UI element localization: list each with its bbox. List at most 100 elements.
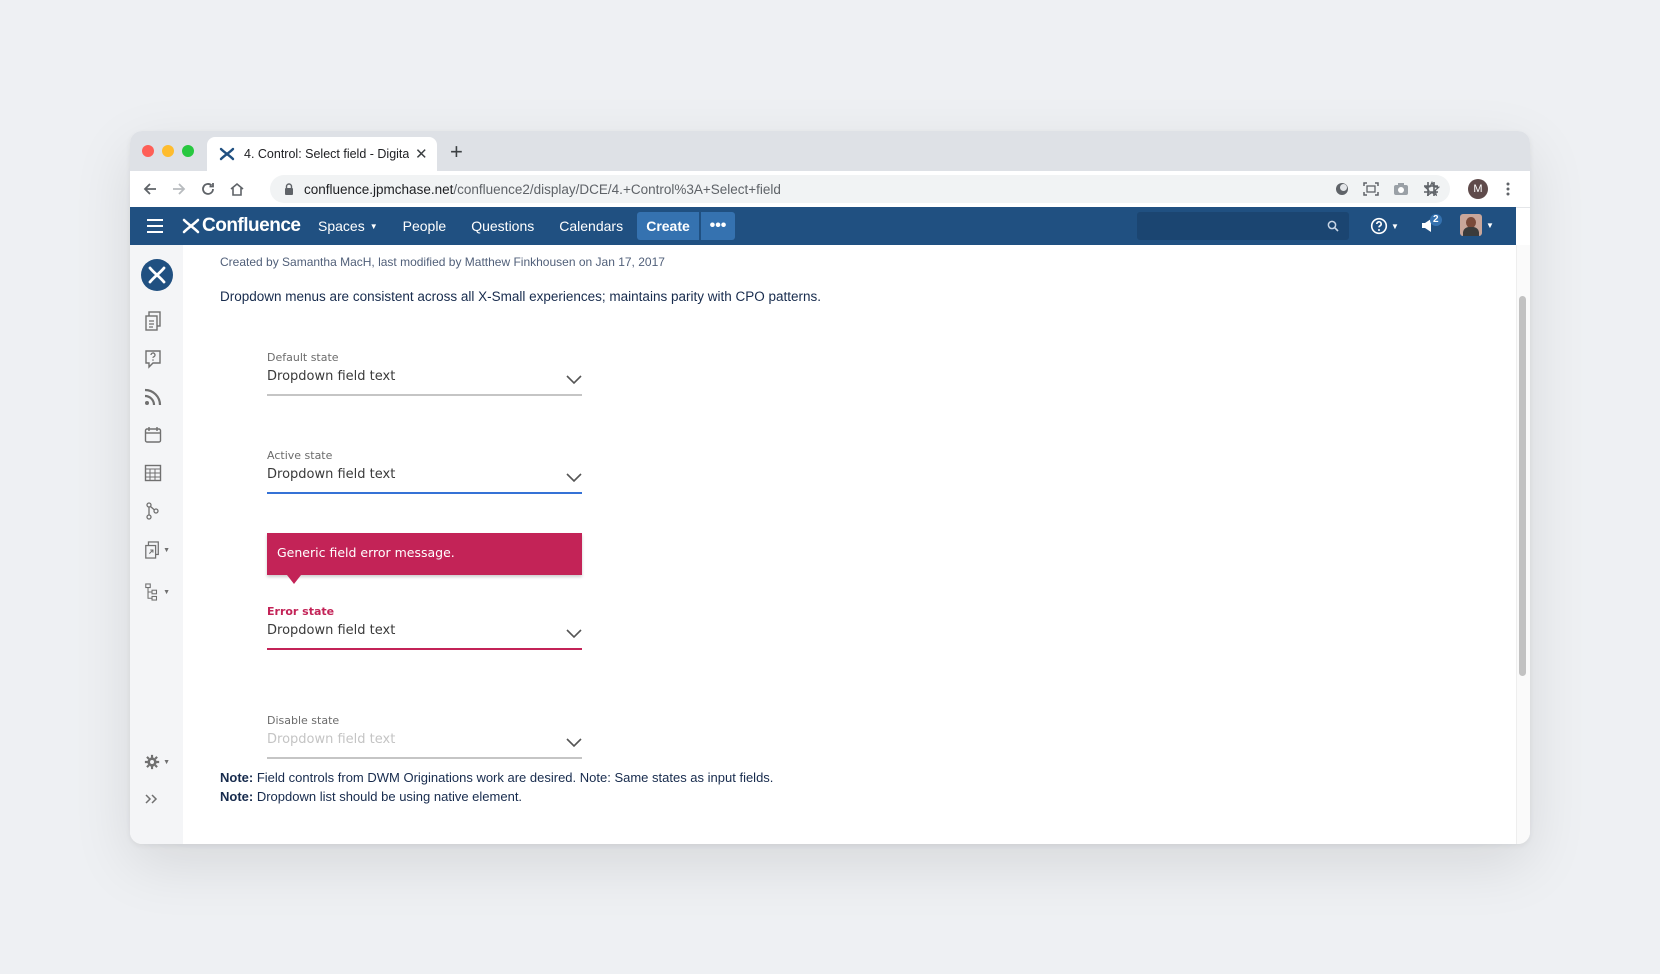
page-tree-icon[interactable]: ▼ bbox=[144, 581, 170, 603]
lock-icon bbox=[285, 183, 293, 195]
field-label: Active state bbox=[267, 449, 333, 462]
note-prefix: Note: bbox=[220, 789, 254, 804]
forward-button[interactable] bbox=[169, 179, 189, 199]
scrollbar-thumb[interactable] bbox=[1519, 296, 1526, 676]
field-label: Default state bbox=[267, 351, 339, 364]
pages-icon[interactable] bbox=[144, 310, 170, 332]
questions-icon[interactable] bbox=[144, 348, 170, 370]
note-line: Note: Field controls from DWM Originatio… bbox=[220, 770, 773, 785]
field-underline-active bbox=[267, 492, 582, 494]
confluence-favicon-icon bbox=[219, 147, 235, 161]
grid-hash-icon[interactable] bbox=[1422, 180, 1440, 198]
reload-button[interactable] bbox=[198, 179, 218, 199]
browser-tab[interactable]: 4. Control: Select field - Digital ✕ bbox=[207, 137, 437, 171]
table-grid-icon[interactable] bbox=[144, 462, 170, 484]
nav-spaces[interactable]: Spaces ▼ bbox=[318, 218, 378, 234]
space-settings-icon[interactable]: ▼ bbox=[144, 751, 170, 773]
chevron-down-icon: ▼ bbox=[163, 546, 170, 554]
address-bar[interactable]: confluence.jpmchase.net/confluence2/disp… bbox=[270, 175, 1450, 203]
home-button[interactable] bbox=[227, 179, 247, 199]
page-intro: Dropdown menus are consistent across all… bbox=[220, 289, 822, 304]
chevron-down-icon bbox=[566, 629, 582, 639]
rss-feed-icon[interactable] bbox=[144, 386, 170, 408]
field-underline-disabled bbox=[267, 757, 582, 759]
note-line: Note: Dropdown list should be using nati… bbox=[220, 789, 522, 804]
help-icon bbox=[1370, 217, 1388, 235]
back-button[interactable] bbox=[140, 179, 160, 199]
error-state-field[interactable]: Error state Dropdown field text bbox=[267, 605, 582, 650]
space-sidebar: ▼ ▼ ▼ bbox=[130, 245, 184, 844]
arrow-right-icon bbox=[173, 183, 186, 195]
chevron-down-icon bbox=[566, 375, 582, 385]
home-icon bbox=[230, 182, 244, 196]
logo-text: Confluence bbox=[202, 215, 301, 236]
note-text: Field controls from DWM Originations wor… bbox=[253, 770, 774, 785]
chevron-down-icon: ▼ bbox=[369, 221, 378, 231]
url-path: /confluence2/display/DCE/4.+Control%3A+S… bbox=[453, 181, 781, 197]
note-text: Dropdown list should be using native ele… bbox=[253, 789, 523, 804]
tooltip-arrow bbox=[287, 575, 301, 584]
active-state-field[interactable]: Active state Dropdown field text bbox=[267, 449, 582, 494]
more-create-button[interactable]: ••• bbox=[701, 212, 735, 240]
chevron-down-icon bbox=[566, 738, 582, 748]
note-prefix: Note: bbox=[220, 770, 254, 785]
minimize-window-button[interactable] bbox=[162, 145, 174, 157]
confluence-logo-icon bbox=[182, 218, 200, 234]
error-message-tooltip: Generic field error message. bbox=[267, 533, 582, 584]
nav-people[interactable]: People bbox=[403, 218, 447, 234]
confluence-logo[interactable]: Confluence bbox=[182, 215, 301, 237]
url-host: confluence.jpmchase.net bbox=[304, 181, 454, 197]
reload-icon bbox=[202, 183, 214, 195]
user-caret-icon: ▼ bbox=[1486, 220, 1494, 230]
expand-sidebar-icon[interactable] bbox=[144, 788, 170, 810]
nav-calendars[interactable]: Calendars bbox=[559, 218, 623, 234]
space-logo-icon bbox=[148, 266, 166, 284]
notifications-button[interactable]: 2 bbox=[1420, 214, 1442, 239]
nav-spaces-label: Spaces bbox=[318, 218, 365, 234]
extension-circle-icon[interactable] bbox=[1333, 180, 1351, 198]
hamburger-menu-icon[interactable] bbox=[146, 218, 164, 234]
help-menu[interactable]: ▼ bbox=[1370, 217, 1399, 235]
default-state-field[interactable]: Default state Dropdown field text bbox=[267, 351, 582, 396]
calendar-icon[interactable] bbox=[144, 424, 170, 446]
field-value: Dropdown field text bbox=[267, 623, 396, 638]
camera-icon[interactable] bbox=[1392, 180, 1410, 198]
export-pages-icon[interactable]: ▼ bbox=[144, 539, 170, 561]
user-avatar bbox=[1460, 214, 1482, 236]
help-caret-icon: ▼ bbox=[1391, 221, 1399, 231]
tab-title: 4. Control: Select field - Digital bbox=[244, 147, 409, 161]
tab-close-icon[interactable]: ✕ bbox=[415, 145, 428, 163]
arrow-left-icon bbox=[143, 183, 156, 195]
field-underline-error bbox=[267, 648, 582, 650]
notification-badge: 2 bbox=[1430, 214, 1442, 226]
chevron-down-icon: ▼ bbox=[163, 588, 170, 596]
chevron-down-icon bbox=[566, 473, 582, 483]
profile-avatar[interactable]: M bbox=[1468, 179, 1488, 199]
screenshot-frame-icon[interactable] bbox=[1362, 180, 1380, 198]
branch-icon[interactable] bbox=[144, 500, 170, 522]
space-logo[interactable] bbox=[141, 259, 173, 291]
confluence-header: Confluence Spaces ▼ People Questions Cale… bbox=[130, 207, 1516, 245]
close-window-button[interactable] bbox=[142, 145, 154, 157]
nav-questions[interactable]: Questions bbox=[471, 218, 534, 234]
page-content: Created by Samantha MacH, last modified … bbox=[183, 245, 1516, 844]
search-icon bbox=[1327, 220, 1339, 232]
disabled-state-field: Disable state Dropdown field text bbox=[267, 714, 582, 759]
field-value: Dropdown field text bbox=[267, 369, 396, 384]
url-text: confluence.jpmchase.net/confluence2/disp… bbox=[304, 182, 781, 197]
browser-toolbar: confluence.jpmchase.net/confluence2/disp… bbox=[130, 171, 1530, 208]
chevron-down-icon: ▼ bbox=[163, 758, 170, 766]
search-input[interactable] bbox=[1137, 212, 1349, 240]
page-byline: Created by Samantha MacH, last modified … bbox=[220, 255, 665, 269]
new-tab-button[interactable]: + bbox=[450, 139, 463, 165]
field-label: Error state bbox=[267, 605, 335, 618]
maximize-window-button[interactable] bbox=[182, 145, 194, 157]
field-value: Dropdown field text bbox=[267, 467, 396, 482]
browser-menu-icon[interactable] bbox=[1502, 179, 1514, 199]
primary-nav: Spaces ▼ People Questions Calendars bbox=[318, 207, 648, 245]
field-value: Dropdown field text bbox=[267, 732, 396, 747]
user-menu[interactable]: ▼ bbox=[1460, 214, 1494, 236]
browser-window: 4. Control: Select field - Digital ✕ + c… bbox=[130, 131, 1530, 844]
tab-strip: 4. Control: Select field - Digital ✕ + bbox=[130, 131, 1530, 171]
create-button[interactable]: Create bbox=[637, 212, 699, 240]
